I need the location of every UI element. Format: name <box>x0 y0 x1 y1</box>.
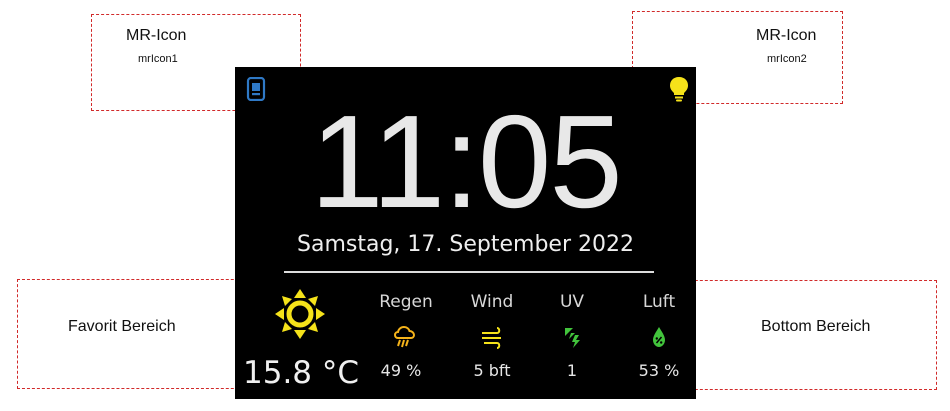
weather-label-luft: Luft <box>642 292 676 312</box>
weather-value-uv: 1 <box>566 361 578 380</box>
mr-icon-2-id: mrIcon2 <box>767 53 807 65</box>
clock-time: 11:05 <box>310 88 623 235</box>
bottom-label: Bottom Bereich <box>761 318 871 335</box>
mr-icon-1-id: mrIcon1 <box>138 53 178 65</box>
mr-icon-2-title: MR-Icon <box>756 27 817 44</box>
temperature-value: 15.8 °C <box>243 355 360 391</box>
device-screen: 11:05 Samstag, 17. September 2022 15.8 °… <box>235 67 696 399</box>
humidity-icon <box>653 327 665 347</box>
weather-value-regen: 49 % <box>380 361 422 380</box>
date-text: Samstag, 17. September 2022 <box>297 232 634 257</box>
date-underline <box>284 271 654 273</box>
weather-value-wind: 5 bft <box>473 361 511 380</box>
weather-label-uv: UV <box>559 292 585 312</box>
weather-value-luft: 53 % <box>638 361 680 380</box>
uv-icon <box>565 328 580 348</box>
favorit-label: Favorit Bereich <box>68 318 176 335</box>
rain-icon <box>393 325 416 348</box>
weather-label-regen: Regen <box>379 292 433 312</box>
sun-icon[interactable] <box>273 287 327 341</box>
wind-icon <box>482 327 501 349</box>
weather-label-wind: Wind <box>470 292 514 312</box>
mr-icon-1-title: MR-Icon <box>126 27 187 44</box>
